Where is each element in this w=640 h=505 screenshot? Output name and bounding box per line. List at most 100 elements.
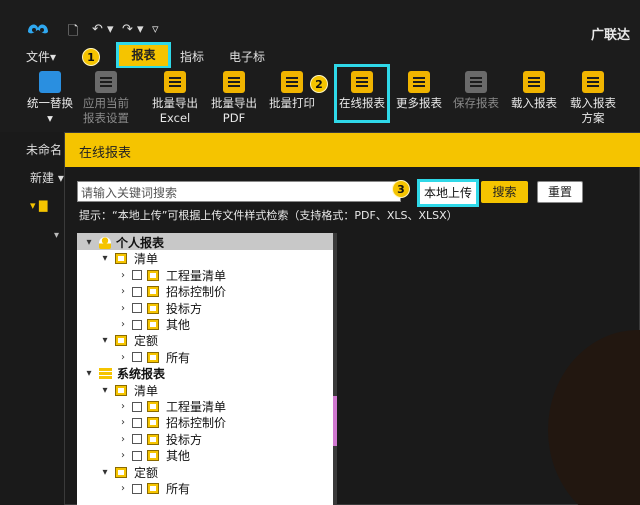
expand-chevron-icon[interactable]: › xyxy=(117,450,129,461)
menu-report[interactable]: 报表 xyxy=(116,42,171,69)
tree-node-item[interactable]: › 所有 xyxy=(117,349,190,365)
collapse-chevron-icon[interactable]: ▾ xyxy=(99,467,111,478)
tree-node-item[interactable]: › 招标控制价 xyxy=(117,414,226,430)
reset-button[interactable]: 重置 xyxy=(537,181,583,203)
expand-chevron-icon[interactable]: › xyxy=(117,270,129,281)
tree-checkbox[interactable] xyxy=(132,303,142,314)
tree-node-item[interactable]: › 工程量清单 xyxy=(117,267,226,283)
tree-node-label: 工程量清单 xyxy=(166,268,227,283)
tree-node-folder[interactable]: ▾ 清单 xyxy=(99,382,158,398)
local-upload-button[interactable]: 本地上传 xyxy=(417,179,479,207)
collapse-chevron-icon[interactable]: ▾ xyxy=(99,335,111,346)
more-reports-icon xyxy=(408,71,430,93)
tree-checkbox[interactable] xyxy=(132,450,142,461)
tree-node-label: 招标控制价 xyxy=(166,416,227,431)
export-excel-icon xyxy=(164,71,186,93)
tree-expand-icon[interactable]: ▾ ▇ xyxy=(30,199,47,212)
search-field[interactable] xyxy=(77,181,401,203)
tree-checkbox[interactable] xyxy=(132,286,142,297)
tree-node-label: 系统报表 xyxy=(117,367,166,382)
app-title: 广联达 xyxy=(590,28,630,43)
expand-chevron-icon[interactable]: › xyxy=(117,417,129,428)
new-file-icon[interactable]: 🗋 xyxy=(68,22,78,44)
tree-node-item[interactable]: › 投标方 xyxy=(117,300,202,316)
folder-icon xyxy=(115,253,127,265)
tree-node-folder[interactable]: ▾ 定额 xyxy=(99,332,158,348)
search-input[interactable] xyxy=(78,183,400,203)
load-report-button[interactable]: 载入报表 xyxy=(506,71,562,111)
tree-node-label: 招标控制价 xyxy=(166,285,227,300)
ribbon-label-sub: ▾ xyxy=(47,111,53,125)
ribbon-label: 保存报表 xyxy=(453,96,499,110)
tree-collapse-icon[interactable]: ▾ xyxy=(54,230,59,241)
tree-node-item[interactable]: › 其他 xyxy=(117,316,190,332)
step-badge-1: 1 xyxy=(82,48,100,66)
tree-node-personal-reports[interactable]: ▾ 个人报表 xyxy=(83,234,164,250)
tree-checkbox[interactable] xyxy=(132,319,142,330)
tree-node-item[interactable]: › 招标控制价 xyxy=(117,283,226,299)
expand-chevron-icon[interactable]: › xyxy=(117,319,129,330)
tree-node-item[interactable]: › 其他 xyxy=(117,447,190,463)
tree-scrollbar[interactable] xyxy=(333,233,337,505)
ribbon-label-sub: PDF xyxy=(222,111,246,125)
tree-checkbox[interactable] xyxy=(132,270,142,281)
collapse-chevron-icon[interactable]: ▾ xyxy=(83,237,95,248)
ribbon-label: 统一替换 xyxy=(27,96,73,110)
folder-icon xyxy=(115,335,127,347)
save-report-button[interactable]: 保存报表 xyxy=(448,71,504,111)
search-button[interactable]: 搜索 xyxy=(481,181,528,203)
folder-icon xyxy=(115,466,127,478)
undo-icon[interactable]: ↶ ▾ xyxy=(92,22,114,37)
tree-node-item[interactable]: › 投标方 xyxy=(117,431,202,447)
menu-file[interactable]: 文件▾ xyxy=(26,48,56,65)
tree-checkbox[interactable] xyxy=(132,417,142,428)
more-reports-button[interactable]: 更多报表 xyxy=(391,71,447,111)
app-logo-icon xyxy=(28,24,48,34)
load-scheme-button[interactable]: 载入报表 方案 xyxy=(565,71,621,126)
expand-chevron-icon[interactable]: › xyxy=(117,286,129,297)
menu-index[interactable]: 指标 xyxy=(180,48,204,65)
redo-icon[interactable]: ↷ ▾ xyxy=(122,22,144,37)
tree-scrollbar-thumb[interactable] xyxy=(333,396,337,446)
folder-icon xyxy=(147,483,159,494)
collapse-chevron-icon[interactable]: ▾ xyxy=(99,385,111,396)
menu-report-label: 报表 xyxy=(131,48,156,62)
tree-node-label: 清单 xyxy=(134,252,159,267)
tree-checkbox[interactable] xyxy=(132,401,142,412)
customize-toolbar-icon[interactable]: ▿ xyxy=(152,22,159,37)
collapse-chevron-icon[interactable]: ▾ xyxy=(83,368,95,379)
load-scheme-icon xyxy=(582,71,604,93)
report-tree: ▾ 个人报表 ▾ 清单 › 工程量清单 › 招标控制价 › 投标方 › 其他 ▾ 定额 › 所有 ▾ 系统报表 ▾ 清… xyxy=(77,233,333,505)
tree-node-item[interactable]: › 工程量清单 xyxy=(117,398,226,414)
app-window: 🗋 ↶ ▾ ↷ ▾ ▿ 广联达 文件▾ 编 指标 电子标 报表 1 统一替换 ▾… xyxy=(0,0,640,505)
new-dropdown[interactable]: 新建 ▾ xyxy=(0,169,66,186)
menu-etender[interactable]: 电子标 xyxy=(229,48,265,65)
apply-settings-button[interactable]: 应用当前 报表设置 xyxy=(78,71,134,126)
tree-node-item[interactable]: › 所有 xyxy=(117,480,190,496)
expand-chevron-icon[interactable]: › xyxy=(117,352,129,363)
export-pdf-button[interactable]: 批量导出 PDF xyxy=(205,71,263,126)
tree-node-folder[interactable]: ▾ 定额 xyxy=(99,464,158,480)
title-bar: 🗋 ↶ ▾ ↷ ▾ ▿ 广联达 xyxy=(0,0,640,44)
expand-chevron-icon[interactable]: › xyxy=(117,401,129,412)
replace-icon xyxy=(39,71,61,93)
export-excel-button[interactable]: 批量导出 Excel xyxy=(146,71,204,126)
tree-checkbox[interactable] xyxy=(132,434,142,445)
tree-checkbox[interactable] xyxy=(132,483,142,494)
tree-node-folder[interactable]: ▾ 清单 xyxy=(99,250,158,266)
folder-icon xyxy=(147,302,159,314)
tree-node-label: 其他 xyxy=(166,449,191,464)
step-badge-3: 3 xyxy=(392,180,410,198)
ribbon-label: 更多报表 xyxy=(396,96,442,110)
expand-chevron-icon[interactable]: › xyxy=(117,434,129,445)
unified-replace-button[interactable]: 统一替换 ▾ xyxy=(22,71,78,126)
dialog-header: 在线报表 xyxy=(65,133,640,167)
ribbon-label: 批量打印 xyxy=(269,96,315,110)
tree-node-label: 工程量清单 xyxy=(166,400,227,414)
unnamed-project-tab[interactable]: 未命名 xyxy=(0,141,66,158)
expand-chevron-icon[interactable]: › xyxy=(117,483,129,494)
tree-checkbox[interactable] xyxy=(132,352,142,363)
tree-node-system-reports[interactable]: ▾ 系统报表 xyxy=(83,365,165,381)
collapse-chevron-icon[interactable]: ▾ xyxy=(99,253,111,264)
expand-chevron-icon[interactable]: › xyxy=(117,303,129,314)
